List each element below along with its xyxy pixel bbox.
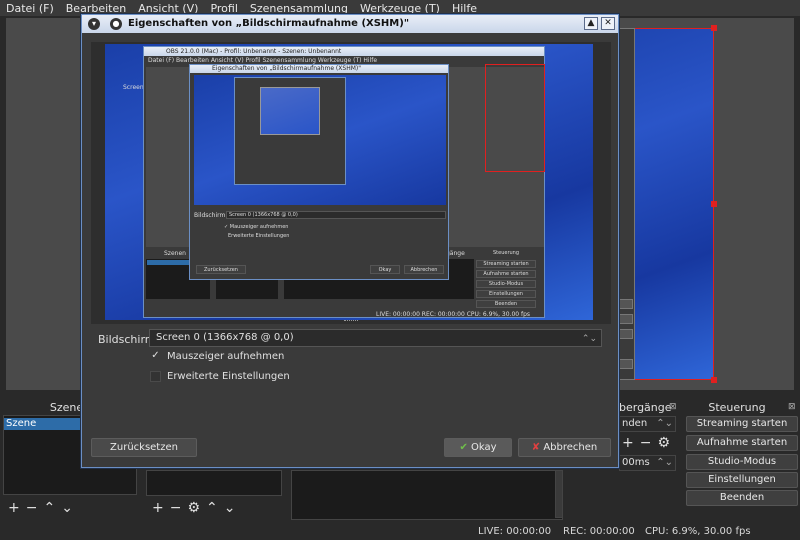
cancel-button-label: Abbrechen [543,442,598,453]
move-up-icon[interactable]: ⌃ [206,500,218,516]
spin-arrows-icon: ⌃⌄ [656,457,673,468]
transition-settings-gear-icon[interactable]: ⚙ [657,435,670,451]
nested-studio-mode-button: Studio-Modus [476,280,536,288]
settings-button[interactable]: Einstellungen [686,472,798,488]
dialog-titlebar[interactable]: ▾ ● Eigenschaften von „Bildschirmaufnahm… [82,15,618,33]
nested-properties-dialog: Eigenschaften von „Bildschirmaufnahme (X… [189,64,449,280]
properties-dialog: ▾ ● Eigenschaften von „Bildschirmaufnahm… [81,14,619,468]
menu-edit[interactable]: Bearbeiten [66,2,126,15]
nested-cancel-button: Abbrechen [404,265,444,274]
nested-desktop-capture: Screen S OBS 21.0.0 (Mac) - Profil: Unbe… [105,44,593,320]
remove-source-icon[interactable]: − [170,500,182,516]
display-select-value: Screen 0 (1366x768 @ 0,0) [156,332,294,343]
capture-cursor-checkbox[interactable]: ✓ [150,351,161,362]
exit-button[interactable]: Beenden [686,490,798,506]
status-bar: LIVE: 00:00:00 REC: 00:00:00 CPU: 6.9%, … [0,522,800,540]
scenes-toolbar: + − ⌃ ⌄ [8,500,73,516]
ok-button-label: Okay [471,442,497,453]
studio-mode-button[interactable]: Studio-Modus [686,454,798,470]
remove-transition-icon[interactable]: − [640,435,652,451]
nested-scenes-title: Szenen [164,250,186,257]
captured-window-button [619,359,633,369]
menu-profile[interactable]: Profil [210,2,237,15]
display-select[interactable]: Screen 0 (1366x768 @ 0,0) ⌃⌄ [149,329,602,347]
capture-cursor-option[interactable]: ✓ Mauszeiger aufnehmen [150,351,285,363]
mixer-scrollbar[interactable] [555,470,563,518]
menu-tools[interactable]: Werkzeuge (T) [360,2,440,15]
cpu-fps: CPU: 6.9%, 30.00 fps [645,526,751,537]
nested-capture-cursor: ✓ Mauszeiger aufnehmen [224,224,289,230]
live-time: LIVE: 00:00:00 [478,526,552,537]
add-source-icon[interactable]: + [152,500,164,516]
menu-view[interactable]: Ansicht (V) [138,2,198,15]
start-recording-button[interactable]: Aufnahme starten [686,435,798,451]
controls-close-icon[interactable]: ⊠ [788,402,796,412]
reset-button[interactable]: Zurücksetzen [91,438,197,457]
spin-arrows-icon: ⌃⌄ [656,418,673,429]
nested-dialog-title: Eigenschaften von „Bildschirmaufnahme (X… [190,65,448,73]
transition-select[interactable]: nden ⌃⌄ [619,416,676,432]
transition-select-value: nden [622,418,648,429]
captured-window-button [619,299,633,309]
nested-ok-button: Okay [370,265,400,274]
close-icon[interactable]: ✕ [601,17,615,30]
menu-file[interactable]: Datei (F) [6,2,54,15]
capture-cursor-label: Mauszeiger aufnehmen [167,351,285,362]
display-label: Bildschirm [98,333,156,346]
resize-handle-right[interactable] [711,201,717,207]
nested-status: LIVE: 00:00:00 REC: 00:00:00 CPU: 6.9%, … [376,311,531,318]
ok-button[interactable]: ✔ Okay [444,438,512,457]
select-arrows-icon: ⌃⌄ [581,334,597,344]
nested-exit-button: Beenden [476,300,536,308]
cancel-x-icon: ✘ [531,442,541,453]
menu-help[interactable]: Hilfe [452,2,477,15]
ok-check-icon: ✔ [459,442,468,453]
nested-controls-title: Steuerung [492,250,520,256]
resize-handle-top-right[interactable] [711,25,717,31]
source-preview: Screen S OBS 21.0.0 (Mac) - Profil: Unbe… [91,42,611,324]
move-down-icon[interactable]: ⌄ [61,500,73,516]
move-down-icon[interactable]: ⌄ [224,500,236,516]
transition-duration-value: 00ms [622,457,650,468]
remove-scene-icon[interactable]: − [26,500,38,516]
advanced-settings-checkbox[interactable] [150,371,161,382]
transitions-close-icon[interactable]: ⊠ [669,402,677,412]
menu-scene-collection[interactable]: Szenensammlung [250,2,348,15]
nested-display-select: Screen 0 (1366x768 @ 0,0) [226,211,446,219]
add-transition-icon[interactable]: + [622,435,634,451]
start-streaming-button[interactable]: Streaming starten [686,416,798,432]
source-settings-gear-icon[interactable]: ⚙ [187,500,200,516]
add-scene-icon[interactable]: + [8,500,20,516]
nested-deeper-preview [260,87,320,135]
window-menu-icon[interactable]: ▾ [88,18,100,30]
resize-handle-bottom-right[interactable] [711,377,717,383]
advanced-settings-label: Erweiterte Einstellungen [167,371,290,382]
transitions-toolbar: + − ⚙ [622,435,670,451]
rec-time: REC: 00:00:00 [563,526,635,537]
nested-settings-button: Einstellungen [476,290,536,298]
sources-list[interactable] [146,470,282,496]
controls-dock-title: Steuerung [708,401,766,414]
nested-start-streaming-button: Streaming starten [476,260,536,268]
nested-reset-button: Zurücksetzen [196,265,246,274]
preview-splitter-handle[interactable] [344,320,358,323]
transition-duration-input[interactable]: 00ms ⌃⌄ [619,455,676,471]
nested-selection-box [485,64,545,172]
cancel-button[interactable]: ✘ Abbrechen [518,438,611,457]
captured-window-button [619,329,633,339]
advanced-settings-option[interactable]: Erweiterte Einstellungen [150,371,290,382]
nested-display-label: Bildschirm [194,212,226,219]
nested-advanced: Erweiterte Einstellungen [228,233,290,239]
move-up-icon[interactable]: ⌃ [43,500,55,516]
maximize-icon[interactable]: ▲ [584,17,598,30]
nested-obs-title: OBS 21.0.0 (Mac) - Profil: Unbenannt - S… [144,47,544,56]
obs-logo-icon: ● [110,18,122,30]
nested-start-recording-button: Aufnahme starten [476,270,536,278]
dialog-title: Eigenschaften von „Bildschirmaufnahme (X… [128,18,410,29]
sources-toolbar: + − ⚙ ⌃ ⌄ [152,500,236,516]
audio-mixer [291,470,563,520]
captured-window-button [619,314,633,324]
